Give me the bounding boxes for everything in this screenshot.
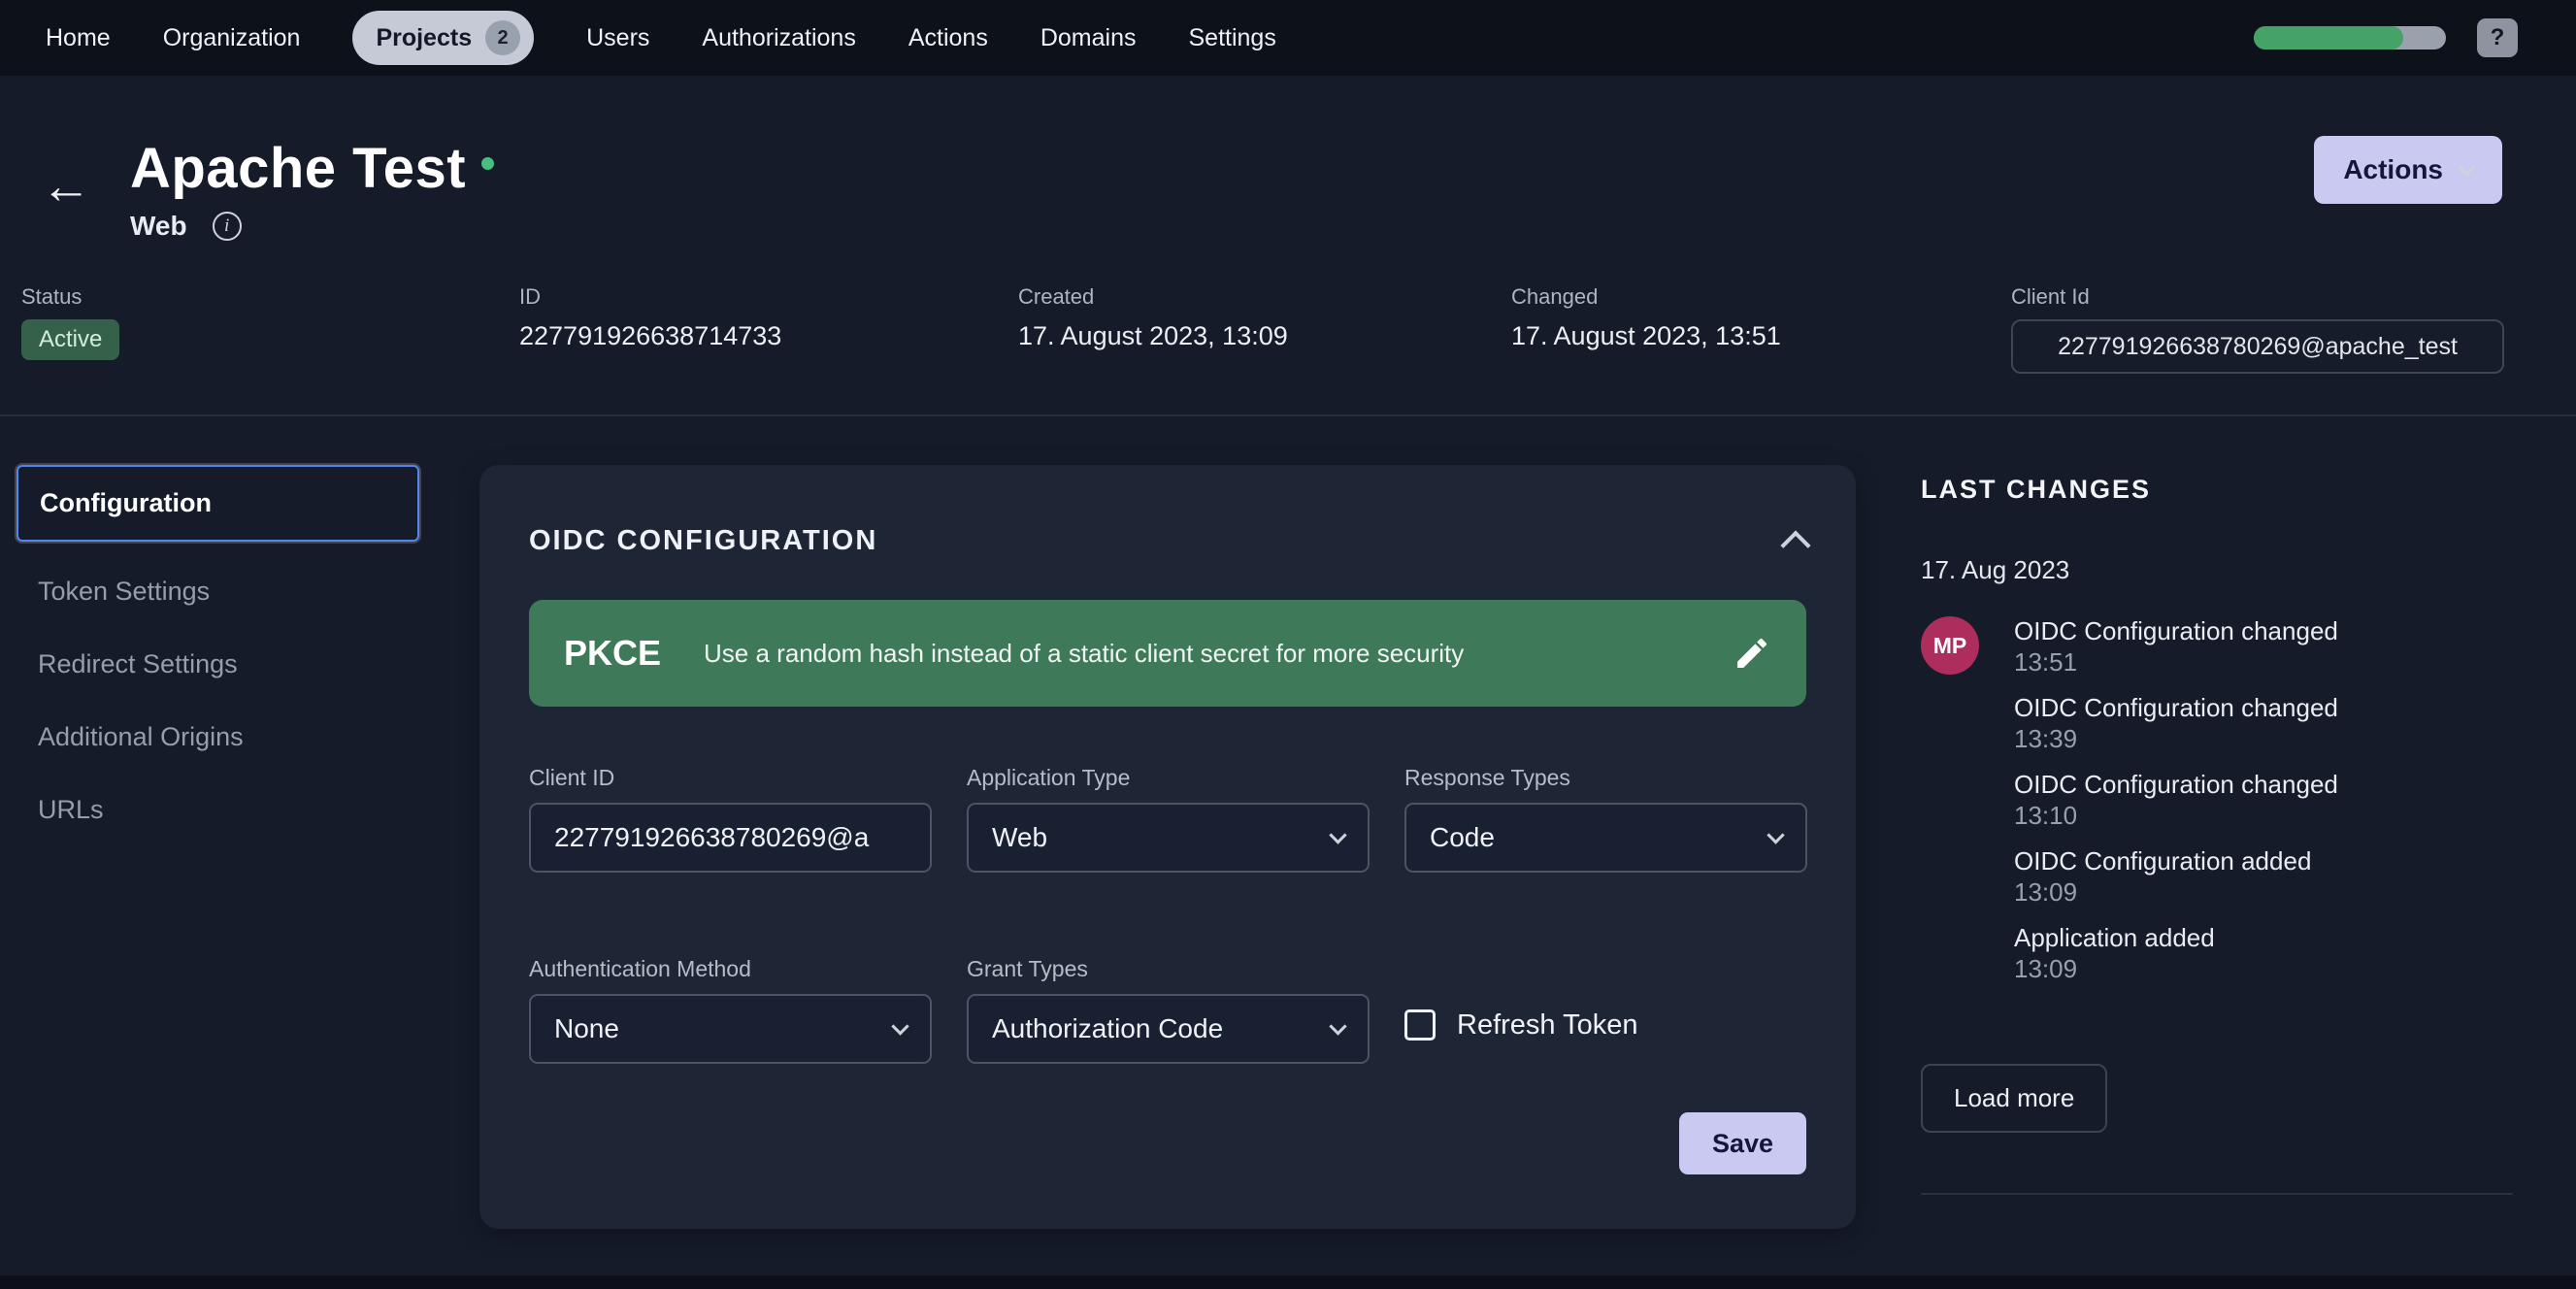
authentication-method-select[interactable]: None xyxy=(529,994,932,1064)
actions-button-label: Actions xyxy=(2343,154,2443,185)
response-types-select[interactable]: Code xyxy=(1404,803,1807,873)
settings-sidebar: Configuration Token Settings Redirect Se… xyxy=(17,465,419,846)
nav-item-settings[interactable]: Settings xyxy=(1188,24,1275,52)
refresh-token-label: Refresh Token xyxy=(1457,1009,1637,1041)
card-title: OIDC CONFIGURATION xyxy=(529,525,877,557)
change-event: OIDC Configuration changed 13:39 xyxy=(2014,693,2338,753)
app-type-subtitle: Web xyxy=(130,211,187,242)
app-header: ← Apache Test Web i Actions xyxy=(0,76,2576,242)
actions-button[interactable]: Actions xyxy=(2314,136,2502,204)
info-icon[interactable]: i xyxy=(213,212,242,241)
refresh-token-checkbox[interactable] xyxy=(1404,1009,1436,1041)
sidebar-item-redirect-settings[interactable]: Redirect Settings xyxy=(17,628,419,701)
sidebar-item-urls[interactable]: URLs xyxy=(17,774,419,846)
chevron-down-icon xyxy=(1329,1017,1346,1035)
authentication-method-label: Authentication Method xyxy=(529,956,932,982)
client-id-input-wrap xyxy=(529,803,932,873)
meta-row: Status Active ID 227791926638714733 Crea… xyxy=(0,242,2576,374)
change-event-time: 13:10 xyxy=(2014,801,2338,830)
change-event-time: 13:51 xyxy=(2014,647,2338,677)
chevron-down-icon xyxy=(1329,826,1346,843)
change-event-time: 13:09 xyxy=(2014,954,2338,983)
nav-item-home[interactable]: Home xyxy=(46,24,111,52)
change-event-time: 13:09 xyxy=(2014,877,2338,907)
change-event-text: Application added xyxy=(2014,923,2338,952)
load-more-button[interactable]: Load more xyxy=(1921,1064,2107,1133)
authentication-method-value: None xyxy=(554,1013,619,1044)
nav-item-projects[interactable]: Projects 2 xyxy=(352,11,534,65)
nav-item-actions[interactable]: Actions xyxy=(908,24,988,52)
client-id-input[interactable] xyxy=(554,822,907,853)
changed-label: Changed xyxy=(1511,284,2011,310)
page-title: Apache Test xyxy=(130,136,466,201)
response-types-label: Response Types xyxy=(1404,765,1807,791)
save-button[interactable]: Save xyxy=(1679,1112,1806,1174)
id-value: 227791926638714733 xyxy=(519,321,1018,351)
chevron-down-icon xyxy=(1767,826,1784,843)
sidebar-item-token-settings[interactable]: Token Settings xyxy=(17,555,419,628)
change-event: OIDC Configuration changed 13:51 xyxy=(2014,616,2338,677)
active-dot-icon xyxy=(481,157,494,170)
footer-strip xyxy=(0,1275,2576,1289)
pkce-title: PKCE xyxy=(564,633,661,674)
grant-types-select[interactable]: Authorization Code xyxy=(967,994,1370,1064)
id-label: ID xyxy=(519,284,1018,310)
edit-pencil-icon[interactable] xyxy=(1733,634,1771,673)
created-label: Created xyxy=(1018,284,1511,310)
nav-item-domains[interactable]: Domains xyxy=(1040,24,1137,52)
status-label: Status xyxy=(21,284,519,310)
back-arrow-icon[interactable]: ← xyxy=(41,161,91,212)
top-navbar: Home Organization Projects 2 Users Autho… xyxy=(0,0,2576,76)
nav-item-organization[interactable]: Organization xyxy=(163,24,301,52)
oidc-configuration-card: OIDC CONFIGURATION PKCE Use a random has… xyxy=(479,465,1856,1229)
changed-value: 17. August 2023, 13:51 xyxy=(1511,321,2011,351)
change-event-text: OIDC Configuration added xyxy=(2014,846,2338,876)
change-event-text: OIDC Configuration changed xyxy=(2014,616,2338,645)
response-types-value: Code xyxy=(1430,822,1495,853)
last-changes-title: LAST CHANGES xyxy=(1921,475,2515,505)
chevron-down-icon xyxy=(2458,158,2475,176)
grant-types-label: Grant Types xyxy=(967,956,1370,982)
pkce-description: Use a random hash instead of a static cl… xyxy=(704,639,1464,669)
status-badge: Active xyxy=(21,319,119,360)
change-event: Application added 13:09 xyxy=(2014,923,2338,983)
collapse-chevron-icon[interactable] xyxy=(1780,530,1810,560)
created-value: 17. August 2023, 13:09 xyxy=(1018,321,1511,351)
main-content: Configuration Token Settings Redirect Se… xyxy=(0,416,2576,1229)
client-id-label: Client Id xyxy=(2011,284,2504,310)
application-type-select[interactable]: Web xyxy=(967,803,1370,873)
nav-item-projects-label: Projects xyxy=(376,24,472,52)
last-changes-panel: LAST CHANGES 17. Aug 2023 MP OIDC Config… xyxy=(1921,465,2515,1195)
projects-count-badge: 2 xyxy=(485,20,520,55)
nav-item-users[interactable]: Users xyxy=(586,24,649,52)
change-event-time: 13:39 xyxy=(2014,724,2338,753)
client-id-copy-box[interactable]: 227791926638780269@apache_test xyxy=(2011,319,2504,374)
application-type-value: Web xyxy=(992,822,1047,853)
change-event-text: OIDC Configuration changed xyxy=(2014,770,2338,799)
progress-bar xyxy=(2254,26,2446,50)
avatar: MP xyxy=(1921,616,1979,675)
nav-item-authorizations[interactable]: Authorizations xyxy=(702,24,855,52)
help-button[interactable]: ? xyxy=(2477,18,2518,57)
application-type-label: Application Type xyxy=(967,765,1370,791)
progress-bar-fill xyxy=(2254,26,2403,50)
sidebar-item-additional-origins[interactable]: Additional Origins xyxy=(17,701,419,774)
change-event-text: OIDC Configuration changed xyxy=(2014,693,2338,722)
change-event: OIDC Configuration changed 13:10 xyxy=(2014,770,2338,830)
grant-types-value: Authorization Code xyxy=(992,1013,1223,1044)
client-id-field-label: Client ID xyxy=(529,765,932,791)
change-event: OIDC Configuration added 13:09 xyxy=(2014,846,2338,907)
changes-date: 17. Aug 2023 xyxy=(1921,555,2515,585)
pkce-banner: PKCE Use a random hash instead of a stat… xyxy=(529,600,1806,707)
sidebar-item-configuration[interactable]: Configuration xyxy=(17,465,419,542)
chevron-down-icon xyxy=(891,1017,908,1035)
changes-divider xyxy=(1921,1193,2513,1195)
